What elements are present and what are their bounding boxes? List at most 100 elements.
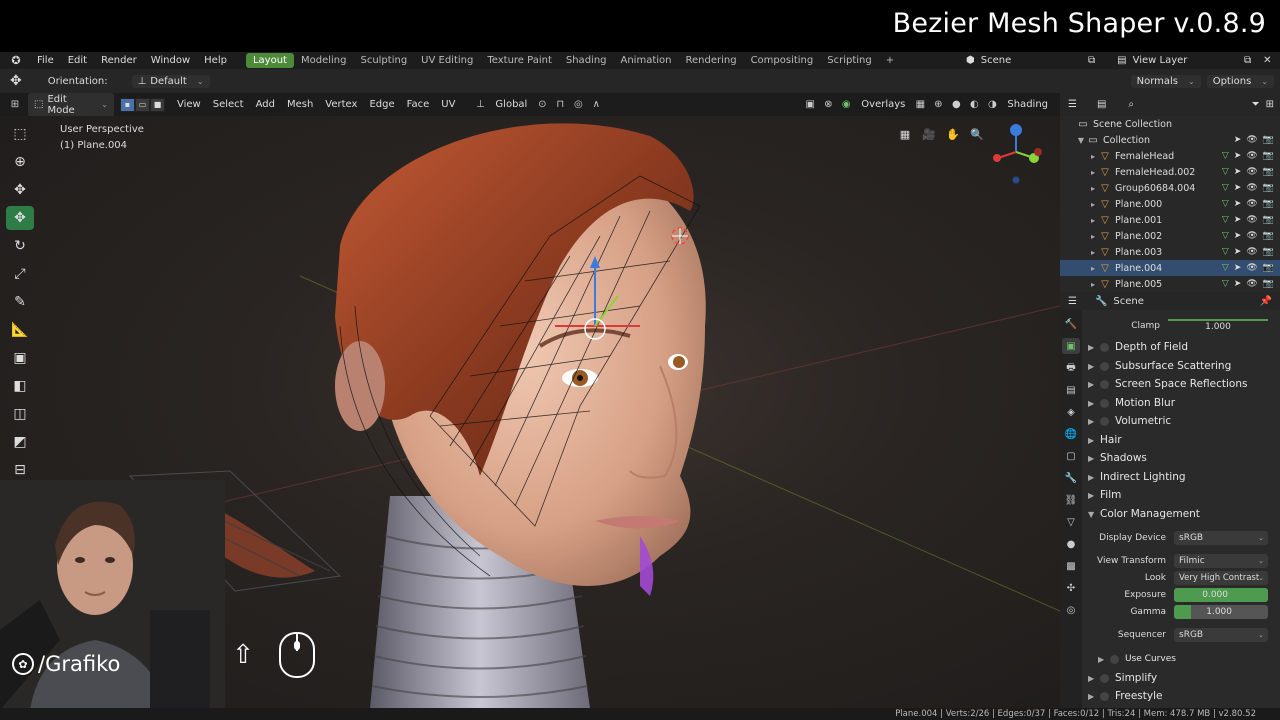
eye-icon[interactable]: 👁	[1246, 183, 1257, 193]
section-color-management[interactable]: ▼ Color Management	[1088, 505, 1200, 523]
section-checkbox[interactable]	[1100, 691, 1109, 701]
outliner-item[interactable]: ▸ ▽ Plane.005 ▽ ➤ 👁 📷	[1060, 276, 1280, 292]
vertex-select-icon[interactable]: ▪	[120, 97, 135, 112]
properties-editor-icon[interactable]: ☰	[1068, 296, 1077, 307]
rendered-shading-icon[interactable]: ◑	[985, 98, 999, 112]
menu-uv[interactable]: UV	[435, 99, 461, 110]
menu-mesh[interactable]: Mesh	[281, 99, 319, 110]
outliner-item[interactable]: ▸ ▽ Plane.003 ▽ ➤ 👁 📷	[1060, 244, 1280, 260]
render-camera-icon[interactable]: 📷	[1263, 167, 1274, 177]
mesh-data-icon[interactable]: ▽	[1222, 247, 1229, 257]
menu-render[interactable]: Render	[94, 52, 144, 69]
menu-add[interactable]: Add	[250, 99, 281, 110]
search-icon[interactable]: ⌕	[1128, 99, 1134, 110]
inset-icon[interactable]: ◫	[6, 402, 34, 426]
select-arrow-icon[interactable]: ➤	[1234, 167, 1242, 177]
menu-vertex[interactable]: Vertex	[319, 99, 363, 110]
section-subsurface-scattering[interactable]: ▶ Subsurface Scattering	[1088, 357, 1231, 375]
section-checkbox[interactable]	[1100, 379, 1109, 389]
eye-icon[interactable]: 👁	[1246, 247, 1257, 257]
snap-icon[interactable]: ⊓	[553, 98, 567, 112]
eye-icon[interactable]: 👁	[1246, 135, 1257, 145]
new-view-layer-icon[interactable]: ⧉	[1244, 55, 1251, 66]
tool-tab-icon[interactable]: 🔨	[1062, 316, 1080, 332]
pin-icon[interactable]: 📌	[1260, 296, 1272, 307]
eye-icon[interactable]: 👁	[1246, 263, 1257, 273]
section-checkbox[interactable]	[1100, 398, 1109, 408]
menu-face[interactable]: Face	[401, 99, 436, 110]
section-motion-blur[interactable]: ▶ Motion Blur	[1088, 394, 1175, 412]
pivot-icon[interactable]: ⊙	[535, 98, 549, 112]
mesh-data-icon[interactable]: ▽	[1222, 199, 1229, 209]
mesh-data-icon[interactable]: ▽	[1222, 183, 1229, 193]
proportional-edit-icon[interactable]: ◎	[571, 98, 585, 112]
select-arrow-icon[interactable]: ➤	[1234, 151, 1242, 161]
mode-dropdown[interactable]: ⬚ Edit Mode ⌄	[28, 92, 114, 117]
menu-help[interactable]: Help	[197, 52, 234, 69]
gizmo-icon[interactable]: ⊗	[821, 98, 835, 112]
section-depth-of-field[interactable]: ▶ Depth of Field	[1088, 338, 1188, 356]
view-object-types-icon[interactable]: ▣	[803, 98, 817, 112]
display-device-dropdown[interactable]: sRGB ⌄	[1174, 530, 1268, 545]
menu-view[interactable]: View	[171, 99, 207, 110]
physics-tab-icon[interactable]: ◎	[1062, 602, 1080, 618]
exposure-slider[interactable]: 0.000	[1174, 587, 1268, 602]
select-arrow-icon[interactable]: ➤	[1234, 199, 1242, 209]
tab-sculpting[interactable]: Sculpting	[353, 53, 414, 68]
menu-edit[interactable]: Edit	[61, 52, 94, 69]
tab-scripting[interactable]: Scripting	[820, 53, 878, 68]
outliner-item[interactable]: ▸ ▽ Plane.000 ▽ ➤ 👁 📷	[1060, 196, 1280, 212]
move-icon[interactable]: ✥	[6, 178, 34, 202]
mesh-data-icon[interactable]: ▽	[1222, 151, 1229, 161]
eye-icon[interactable]: 👁	[1246, 151, 1257, 161]
section-shadows[interactable]: ▶ Shadows	[1088, 449, 1147, 467]
render-camera-icon[interactable]: 📷	[1263, 263, 1274, 273]
eye-icon[interactable]: 👁	[1246, 279, 1257, 289]
section-checkbox[interactable]	[1100, 673, 1109, 683]
section-indirect-lighting[interactable]: ▶ Indirect Lighting	[1088, 468, 1186, 486]
object-tab-icon[interactable]: ▢	[1062, 448, 1080, 464]
gamma-slider[interactable]: 1.000	[1174, 604, 1268, 619]
constraints-tab-icon[interactable]: ⛓	[1062, 492, 1080, 508]
chevron-right-icon[interactable]: ▸	[1088, 264, 1098, 273]
transform-orientation-dropdown[interactable]: Global	[489, 99, 533, 110]
render-camera-icon[interactable]: 📷	[1263, 183, 1274, 193]
render-camera-icon[interactable]: 📷	[1263, 135, 1274, 145]
view-layer-selector[interactable]: View Layer	[1133, 55, 1188, 66]
use-curves-checkbox[interactable]	[1110, 654, 1119, 664]
chevron-right-icon[interactable]: ▸	[1088, 248, 1098, 257]
chevron-down-icon[interactable]: ▼	[1076, 136, 1086, 145]
select-arrow-icon[interactable]: ➤	[1234, 215, 1242, 225]
display-mode-icon[interactable]: ▤	[1097, 99, 1106, 110]
section-film[interactable]: ▶ Film	[1088, 486, 1121, 504]
look-dropdown[interactable]: Very High Contrast ⌄	[1174, 570, 1268, 585]
normals-dropdown[interactable]: Normals ⌄	[1130, 74, 1201, 88]
sequencer-dropdown[interactable]: sRGB ⌄	[1174, 627, 1268, 642]
select-arrow-icon[interactable]: ➤	[1234, 263, 1242, 273]
shading-dropdown[interactable]: Shading	[1001, 99, 1054, 110]
face-select-icon[interactable]: ■	[150, 97, 165, 112]
mesh-data-icon[interactable]: ▽	[1222, 167, 1229, 177]
eye-icon[interactable]: 👁	[1246, 215, 1257, 225]
outliner-editor-icon[interactable]: ☰	[1068, 99, 1077, 110]
bevel-icon[interactable]: ◩	[6, 430, 34, 454]
chevron-right-icon[interactable]: ▸	[1088, 200, 1098, 209]
render-camera-icon[interactable]: 📷	[1263, 247, 1274, 257]
cursor-tool-icon[interactable]: ⊕	[6, 150, 34, 174]
tab-shading[interactable]: Shading	[559, 53, 614, 68]
options-dropdown[interactable]: Options ⌄	[1206, 74, 1274, 88]
measure-icon[interactable]: 📐	[6, 318, 34, 342]
tab-rendering[interactable]: Rendering	[678, 53, 743, 68]
editor-type-icon[interactable]: ⊞	[8, 98, 22, 112]
chevron-right-icon[interactable]: ▸	[1088, 184, 1098, 193]
select-arrow-icon[interactable]: ➤	[1234, 279, 1242, 289]
add-workspace-button[interactable]: +	[879, 53, 901, 68]
outliner-item[interactable]: ▸ ▽ Plane.001 ▽ ➤ 👁 📷	[1060, 212, 1280, 228]
scale-icon[interactable]: ⤢	[6, 262, 34, 286]
tab-compositing[interactable]: Compositing	[744, 53, 821, 68]
mesh-data-icon[interactable]: ▽	[1222, 231, 1229, 241]
section-freestyle[interactable]: ▶ Freestyle	[1088, 687, 1162, 705]
tab-uv-editing[interactable]: UV Editing	[414, 53, 480, 68]
data-tab-icon[interactable]: ▽	[1062, 514, 1080, 530]
transform-tool-icon[interactable]: ✥	[6, 206, 34, 230]
